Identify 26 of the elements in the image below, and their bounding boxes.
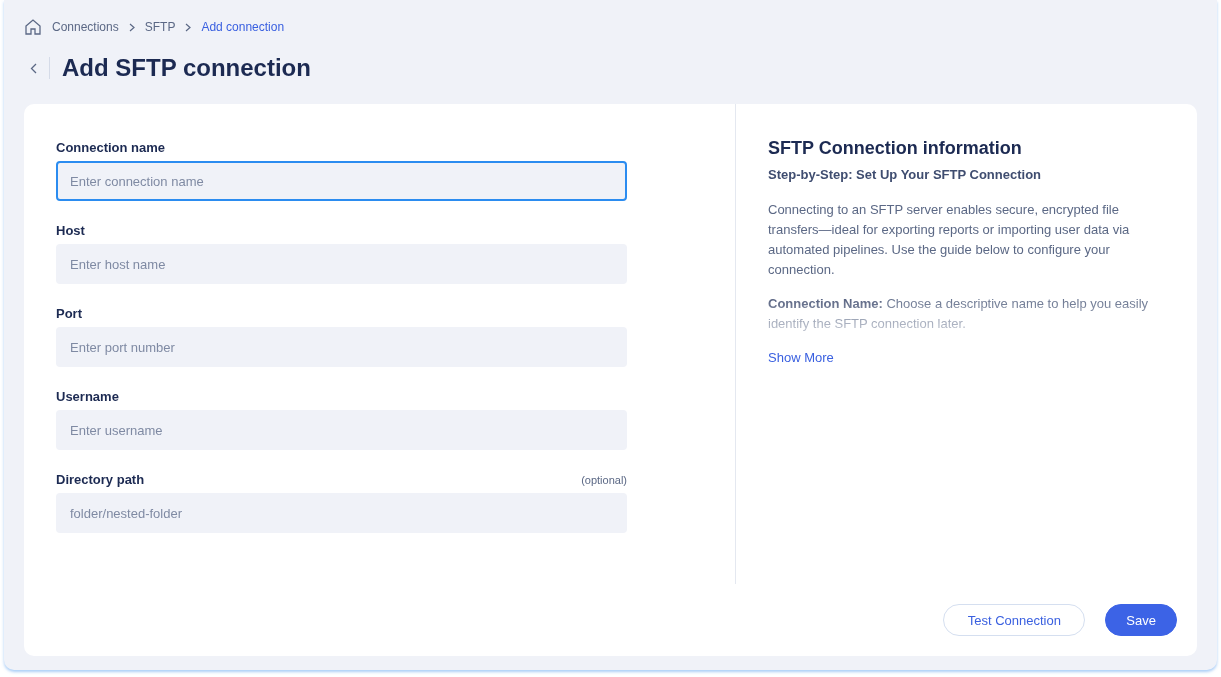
input-field[interactable]: Enter username: [56, 410, 627, 450]
save-button[interactable]: Save: [1105, 604, 1177, 636]
optional-note: (optional): [581, 474, 627, 486]
info-paragraph: Connecting to an SFTP server enables secure, encrypted file transfers—ideal for exporting reports or importing user data via automated pipelines. Use the guide below to configure your connection.: [768, 201, 1131, 279]
breadcrumb-link[interactable]: Connections: [52, 20, 119, 34]
breadcrumb-link[interactable]: SFTP: [144, 20, 176, 34]
info-title: SFTP Connection information: [768, 138, 1023, 159]
input-field[interactable]: Enter host name: [56, 244, 627, 284]
input-field[interactable]: folder/nested-folder: [56, 493, 627, 533]
info-paragraph: Connection Name: Choose a descriptive name to help you easily identify the SFTP connection later.: [768, 295, 1150, 333]
test-connection-button[interactable]: Test Connection: [943, 604, 1086, 636]
show-more-link[interactable]: Show More: [768, 350, 834, 365]
info-subtitle: Step-by-Step: Set Up Your SFTP Connection: [768, 167, 1042, 182]
page-title: Add SFTP connection: [62, 54, 311, 82]
input-field[interactable]: Enter port number: [56, 327, 627, 367]
breadcrumb-link[interactable]: Add connection: [201, 20, 285, 34]
field-label: Username: [56, 389, 119, 404]
field-label: Directory path: [56, 472, 145, 487]
field-label: Port: [56, 306, 82, 321]
field-label: Connection name: [56, 140, 166, 155]
chevron-right-icon: [128, 22, 135, 32]
home-icon[interactable]: [24, 18, 42, 36]
field-label: Host: [56, 223, 85, 238]
chevron-right-icon: [185, 22, 192, 32]
chevron-left-icon: [30, 62, 37, 74]
input-field[interactable]: Enter connection name: [56, 161, 627, 201]
